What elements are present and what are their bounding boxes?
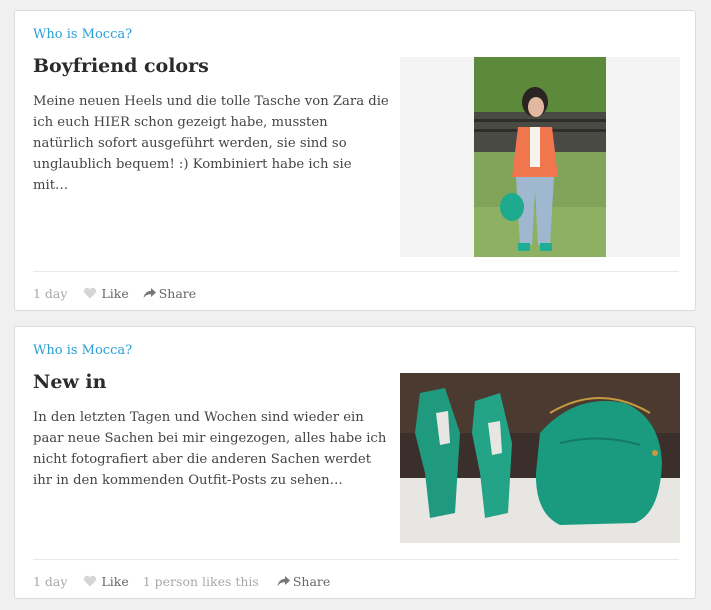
share-arrow-icon: [143, 287, 156, 298]
post-timestamp[interactable]: 1 day: [33, 574, 67, 589]
blog-source-link[interactable]: Who is Mocca?: [33, 27, 132, 42]
post-title[interactable]: Boyfriend colors: [33, 55, 209, 77]
share-button[interactable]: Share: [277, 574, 330, 589]
shoes-and-bag-photo: [400, 373, 680, 543]
like-label: Like: [101, 285, 129, 301]
heart-icon: [84, 287, 97, 299]
likes-count[interactable]: 1 person likes this: [143, 574, 259, 589]
divider: [33, 559, 679, 560]
post-timestamp[interactable]: 1 day: [33, 286, 67, 301]
outfit-photo: [400, 57, 680, 257]
post-card: Who is Mocca? New in In den letzten Tage…: [14, 326, 696, 599]
heart-icon: [84, 575, 97, 587]
post-actions: 1 day Like Share: [33, 283, 196, 303]
blog-source-link[interactable]: Who is Mocca?: [33, 343, 132, 358]
post-excerpt: In den letzten Tagen und Wochen sind wie…: [33, 410, 387, 488]
like-label: Like: [101, 573, 129, 589]
like-button[interactable]: Like: [83, 285, 129, 301]
divider: [33, 271, 679, 272]
post-thumbnail[interactable]: [400, 57, 680, 257]
like-button[interactable]: Like: [83, 573, 129, 589]
post-card: Who is Mocca? Boyfriend colors Meine neu…: [14, 10, 696, 311]
share-label: Share: [158, 285, 197, 301]
share-arrow-icon: [277, 575, 290, 586]
share-label: Share: [292, 573, 331, 589]
share-button[interactable]: Share: [143, 286, 196, 301]
post-thumbnail[interactable]: [400, 373, 680, 543]
post-title[interactable]: New in: [33, 371, 106, 393]
post-excerpt: Meine neuen Heels und die tolle Tasche v…: [33, 94, 389, 193]
post-actions: 1 day Like 1 person likes this Share: [33, 571, 330, 591]
